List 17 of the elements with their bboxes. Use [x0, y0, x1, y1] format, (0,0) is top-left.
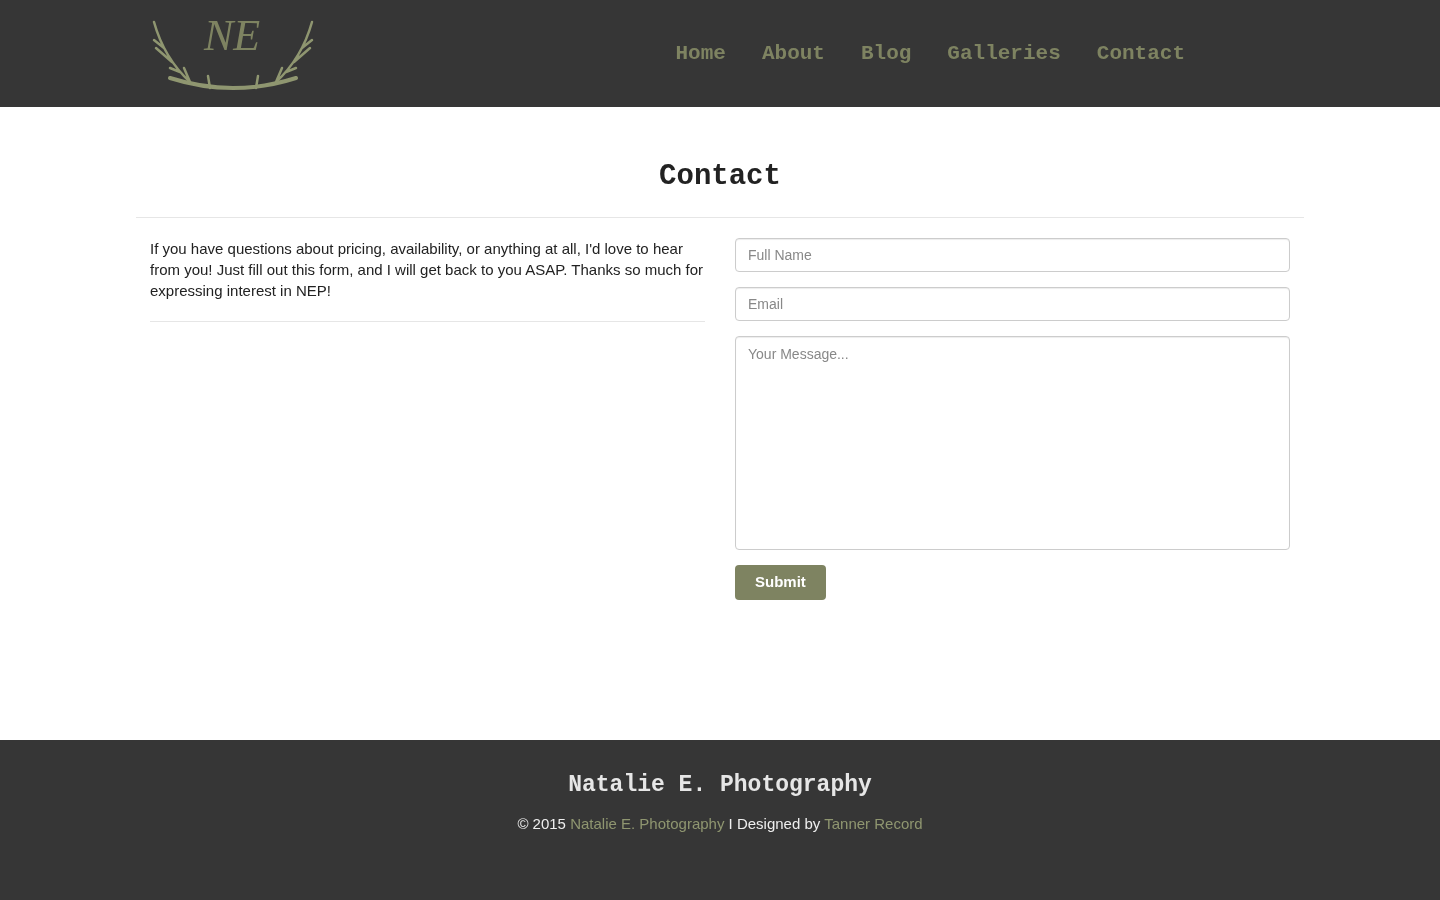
input-field[interactable]: Email [735, 286, 1290, 321]
nav-link[interactable]: Galleries [947, 37, 1061, 70]
footer-link[interactable]: Tanner Record [824, 814, 923, 832]
intro-paragraph: If you have questions about pricing, availability, or anything at all, I'd love to hear from you! Just fill out this form, and I will get back to you ASAP. Thanks so much for expressing interest in NEP! [150, 237, 705, 322]
nav-link[interactable]: Home [675, 37, 726, 70]
logo-text: NE [204, 13, 261, 58]
footer-link[interactable]: Natalie E. Photography [570, 814, 725, 832]
page-title: Contact [658, 159, 782, 195]
logo[interactable]: NE [150, 13, 316, 94]
nav-link[interactable]: About [761, 37, 825, 70]
footer-title: Natalie E. Photography [568, 771, 872, 800]
submit-button[interactable]: Submit [735, 564, 826, 600]
nav-link[interactable]: Contact [1096, 37, 1185, 70]
message-field[interactable]: Your Message... [735, 335, 1290, 550]
nav-link[interactable]: Blog [860, 37, 912, 70]
footer-credits: © 2015 Natalie E. Photography I Designed by Tanner Record [517, 813, 923, 834]
input-field[interactable]: Full Name [735, 237, 1290, 272]
